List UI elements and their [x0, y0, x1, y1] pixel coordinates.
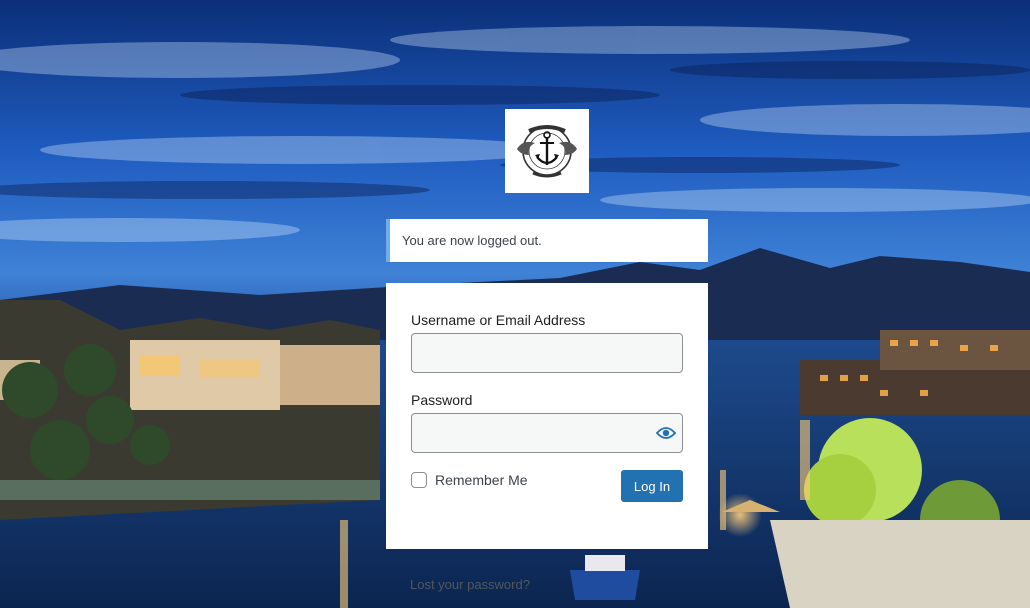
- login-button[interactable]: Log In: [621, 470, 683, 502]
- lost-password-link[interactable]: Lost your password?: [410, 577, 530, 592]
- username-label: Username or Email Address: [411, 312, 586, 328]
- remember-me-checkbox[interactable]: [411, 472, 427, 488]
- show-password-button[interactable]: [649, 414, 683, 452]
- remember-me-row[interactable]: Remember Me: [411, 472, 528, 488]
- username-input[interactable]: [411, 333, 683, 373]
- password-input[interactable]: [411, 413, 683, 453]
- anchor-wings-emblem-icon: [517, 125, 577, 178]
- login-form: Username or Email Address Password Remem…: [386, 283, 708, 549]
- logged-out-notice: You are now logged out.: [386, 219, 708, 262]
- notice-message: You are now logged out.: [402, 233, 542, 248]
- password-label: Password: [411, 392, 473, 408]
- remember-me-label[interactable]: Remember Me: [435, 472, 528, 488]
- eye-icon: [656, 427, 676, 439]
- site-logo[interactable]: [505, 109, 589, 193]
